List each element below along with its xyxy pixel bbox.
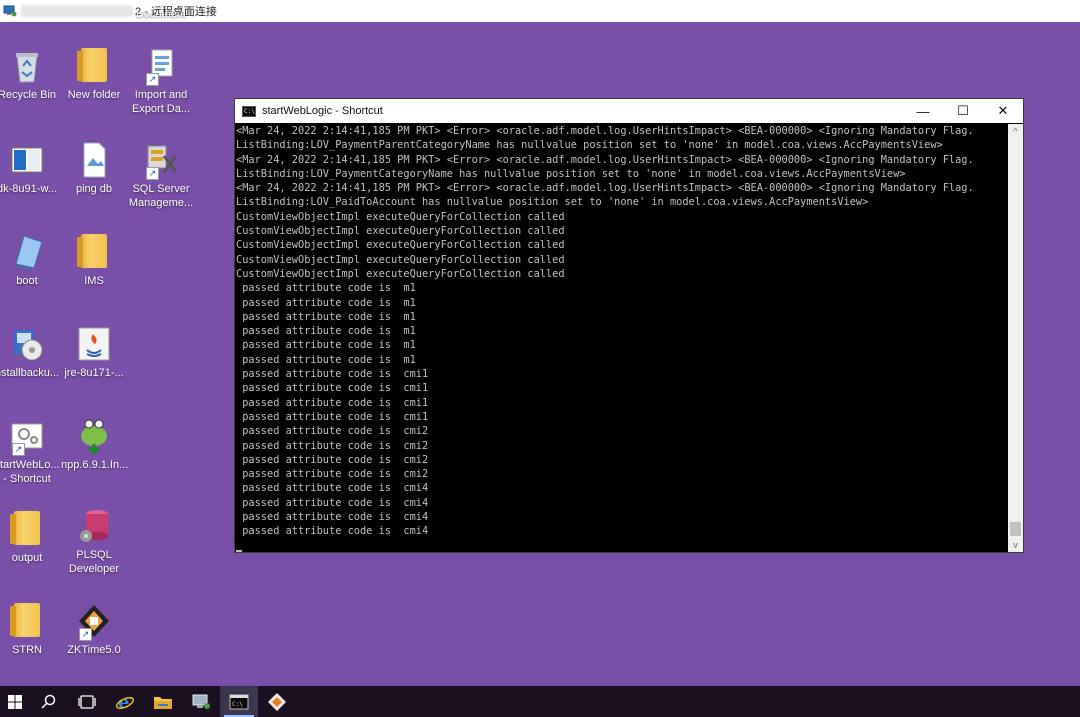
desktop-icon-ping-db[interactable]: ping db bbox=[61, 142, 127, 196]
console-line: passed attribute code is cmi4 bbox=[236, 482, 429, 495]
console-line: passed attribute code is cmi1 bbox=[236, 410, 429, 423]
console-line: passed attribute code is m1 bbox=[236, 339, 416, 352]
rdp-hostname-redacted bbox=[21, 5, 133, 17]
database-icon bbox=[77, 508, 111, 544]
scroll-thumb[interactable] bbox=[1010, 522, 1021, 536]
shortcut-arrow-icon: ↗ bbox=[146, 167, 159, 180]
console-cursor bbox=[236, 539, 1010, 552]
console-line: passed attribute code is cmi2 bbox=[236, 453, 429, 466]
desktop-icon-zktime[interactable]: ↗ ZKTime5.0 bbox=[61, 603, 127, 657]
shortcut-arrow-icon: ↗ bbox=[146, 73, 159, 86]
minimize-button[interactable]: — bbox=[903, 99, 943, 123]
console-line: passed attribute code is m1 bbox=[236, 296, 416, 309]
desktop-icon-recycle-bin[interactable]: Recycle Bin bbox=[0, 48, 60, 102]
desktop-icon-ims[interactable]: IMS bbox=[61, 234, 127, 288]
console-line: CustomViewObjectImpl executeQueryForColl… bbox=[236, 239, 565, 252]
desktop-icon-sql-server[interactable]: ↗ SQL Server Manageme... bbox=[128, 142, 194, 210]
desktop-icon-new-folder[interactable]: New folder bbox=[61, 48, 127, 102]
import-export-icon: ↗ bbox=[144, 48, 178, 86]
java-icon bbox=[77, 326, 111, 362]
desktop-icon-strn[interactable]: STRN bbox=[0, 603, 60, 657]
close-button[interactable]: ✕ bbox=[983, 99, 1023, 123]
desktop-icon-boot[interactable]: boot bbox=[0, 234, 60, 288]
desktop-icon-import-export[interactable]: ↗ Import and Export Da... bbox=[128, 48, 194, 116]
maximize-button[interactable]: ☐ bbox=[943, 99, 983, 123]
desktop-icon-jdk[interactable]: dk-8u91-w... bbox=[0, 142, 60, 196]
console-icon: C:\ bbox=[242, 105, 256, 117]
setup-icon bbox=[10, 326, 44, 362]
console-line: passed attribute code is cmi4 bbox=[236, 496, 429, 509]
taskbar-console[interactable]: C:\ bbox=[220, 686, 258, 717]
search-icon bbox=[41, 694, 56, 709]
task-view-button[interactable] bbox=[68, 686, 106, 717]
scroll-down-button[interactable]: v bbox=[1008, 538, 1023, 552]
zktime-icon bbox=[268, 692, 286, 711]
shortcut-arrow-icon: ↗ bbox=[12, 443, 25, 456]
taskbar-search-button[interactable] bbox=[30, 686, 68, 717]
console-line: <Mar 24, 2022 2:14:41,185 PM PKT> <Error… bbox=[236, 182, 974, 195]
recycle-bin-icon bbox=[10, 48, 44, 84]
console-line: <Mar 24, 2022 2:14:41,185 PM PKT> <Error… bbox=[236, 153, 974, 166]
desktop-icon-npp[interactable]: npp.6.9.1.In... bbox=[61, 418, 128, 472]
notepad-icon bbox=[10, 234, 44, 270]
console-line: CustomViewObjectImpl executeQueryForColl… bbox=[236, 267, 565, 280]
notepad-plus-plus-icon bbox=[77, 418, 111, 456]
document-icon bbox=[77, 142, 111, 178]
console-line: passed attribute code is cmi2 bbox=[236, 468, 429, 481]
console-line: CustomViewObjectImpl executeQueryForColl… bbox=[236, 210, 565, 223]
svg-text:C:\: C:\ bbox=[232, 701, 243, 708]
folder-icon bbox=[77, 48, 111, 84]
taskbar-remote-desktop[interactable] bbox=[182, 686, 220, 717]
start-button[interactable] bbox=[0, 686, 30, 717]
console-line: passed attribute code is m1 bbox=[236, 325, 416, 338]
console-window[interactable]: C:\ startWebLogic - Shortcut — ☐ ✕ <Mar … bbox=[234, 98, 1024, 553]
settings-shortcut-icon: ↗ bbox=[10, 418, 44, 456]
internet-explorer-icon: e bbox=[115, 692, 135, 712]
console-icon: C:\ bbox=[229, 694, 249, 709]
console-line: passed attribute code is cmi1 bbox=[236, 368, 429, 381]
remote-desktop-icon bbox=[192, 694, 210, 709]
taskbar-internet-explorer[interactable]: e bbox=[106, 686, 144, 717]
console-line: ListBinding:LOV_PaidToAccount has nullva… bbox=[236, 196, 869, 209]
sql-server-icon: ↗ bbox=[144, 142, 178, 180]
taskbar-zktime[interactable] bbox=[258, 686, 296, 717]
desktop-icon-output[interactable]: output bbox=[0, 511, 60, 565]
console-title: startWebLogic - Shortcut bbox=[262, 105, 383, 117]
taskbar: e C:\ bbox=[0, 686, 1080, 717]
desktop-icon-startweblogic[interactable]: ↗ startWebLo... - Shortcut bbox=[0, 418, 60, 486]
desktop-icon-installbackup[interactable]: nstallbacku... bbox=[0, 326, 60, 380]
console-line: passed attribute code is m1 bbox=[236, 310, 416, 323]
zktime-icon: ↗ bbox=[77, 603, 111, 641]
partial-document-label: Document bbox=[135, 12, 187, 20]
console-line: passed attribute code is cmi4 bbox=[236, 525, 429, 538]
console-line: passed attribute code is cmi2 bbox=[236, 439, 429, 452]
folder-icon bbox=[10, 603, 44, 639]
shortcut-arrow-icon: ↗ bbox=[79, 628, 92, 641]
file-explorer-icon bbox=[154, 696, 172, 709]
taskbar-file-explorer[interactable] bbox=[144, 686, 182, 717]
console-scrollbar[interactable]: ^ v bbox=[1008, 124, 1023, 552]
console-line: passed attribute code is cmi4 bbox=[236, 511, 429, 524]
desktop-icon-plsql[interactable]: PLSQL Developer bbox=[61, 508, 127, 576]
console-title-bar[interactable]: C:\ startWebLogic - Shortcut — ☐ ✕ bbox=[235, 99, 1023, 123]
console-line: passed attribute code is cmi1 bbox=[236, 382, 429, 395]
console-line: <Mar 24, 2022 2:14:41,185 PM PKT> <Error… bbox=[236, 125, 974, 137]
console-line: ListBinding:LOV_PaymentParentCategoryNam… bbox=[236, 139, 943, 152]
console-line: CustomViewObjectImpl executeQueryForColl… bbox=[236, 253, 565, 266]
console-line: ListBinding:LOV_PaymentCategoryName has … bbox=[236, 167, 906, 180]
console-output[interactable]: <Mar 24, 2022 2:14:41,185 PM PKT> <Error… bbox=[235, 124, 1010, 552]
console-line: CustomViewObjectImpl executeQueryForColl… bbox=[236, 225, 565, 238]
task-view-icon bbox=[78, 694, 96, 709]
console-line: passed attribute code is cmi1 bbox=[236, 396, 429, 409]
folder-icon bbox=[10, 511, 44, 547]
remote-desktop-icon bbox=[3, 4, 17, 18]
console-line: passed attribute code is cmi2 bbox=[236, 425, 429, 438]
windows-start-icon bbox=[8, 694, 22, 709]
scroll-up-button[interactable]: ^ bbox=[1008, 124, 1023, 138]
folder-icon bbox=[77, 234, 111, 270]
desktop-icon-jre[interactable]: jre-8u171-... bbox=[61, 326, 127, 380]
console-line: passed attribute code is m1 bbox=[236, 353, 416, 366]
installer-icon bbox=[10, 142, 44, 178]
console-line: passed attribute code is m1 bbox=[236, 282, 416, 295]
